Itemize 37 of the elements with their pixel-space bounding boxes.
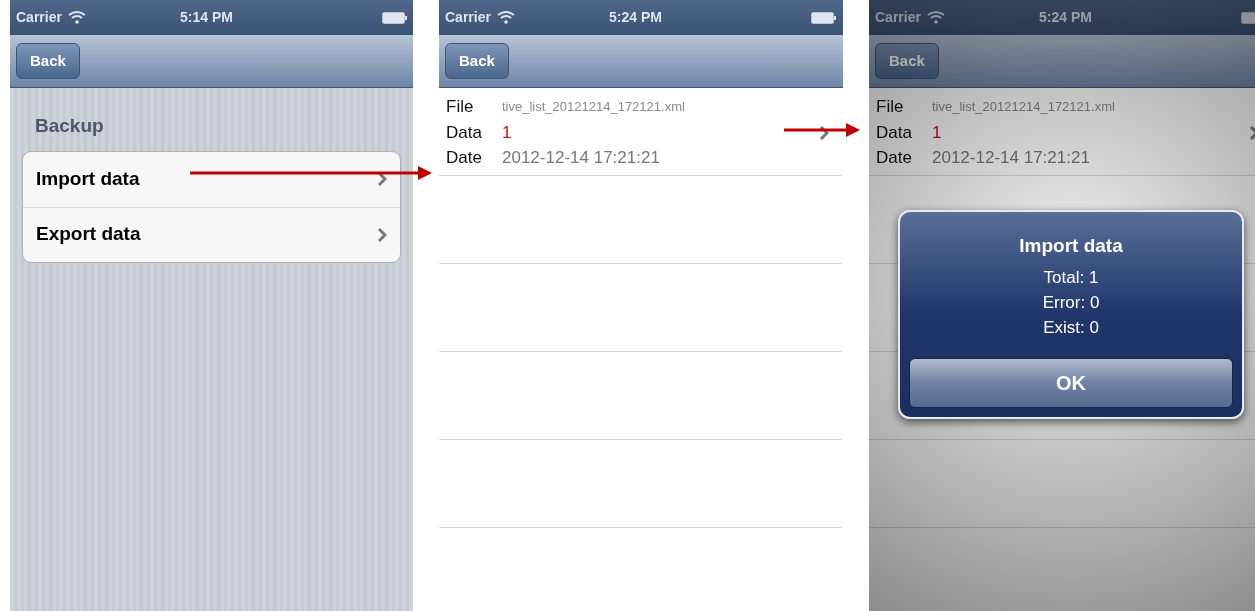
alert-message-line: Total: 1 [1043,266,1099,289]
field-label: File [446,96,475,118]
field-value: 2012-12-14 17:21:21 [502,147,660,169]
ok-button[interactable]: OK [909,357,1233,408]
alert-message-line: Error: 0 [1042,291,1100,314]
field-value: tive_list_20121214_172121.xml [932,98,1115,116]
field-value: tive_list_20121214_172121.xml [502,98,685,116]
back-button[interactable]: Back [445,43,509,79]
chevron-icon [377,227,387,242]
alert-title: Import data [1019,234,1123,258]
clock-time: 5:24 PM [609,8,662,27]
carrier-label: Carrier [445,8,491,27]
field-label: Data [876,121,913,144]
wifi-icon [496,11,515,24]
chevron-icon [377,172,387,186]
field-value: 2012-12-14 17:21:21 [932,147,1090,169]
battery-icon [811,11,837,24]
field-label: Date [446,147,483,169]
carrier-label: Carrier [16,8,62,27]
alert-message-line: Exist: 0 [1043,316,1099,339]
chevron-icon [819,126,829,140]
menu-item[interactable]: Import data [23,151,400,207]
clock-time: 5:14 PM [180,8,233,27]
back-button[interactable]: Back [875,43,939,79]
field-label: File [876,96,905,118]
clock-time: 5:24 PM [1039,8,1092,27]
wifi-icon [67,11,86,24]
field-label: Data [446,121,483,144]
field-value: 1 [932,121,942,144]
menu-item[interactable]: Export data [23,206,400,262]
back-button[interactable]: Back [16,43,80,79]
field-value: 1 [502,121,512,144]
section-header: Backup [34,114,105,138]
battery-icon [382,11,408,24]
wifi-icon [926,11,945,24]
carrier-label: Carrier [875,8,921,27]
field-label: Date [876,147,913,169]
